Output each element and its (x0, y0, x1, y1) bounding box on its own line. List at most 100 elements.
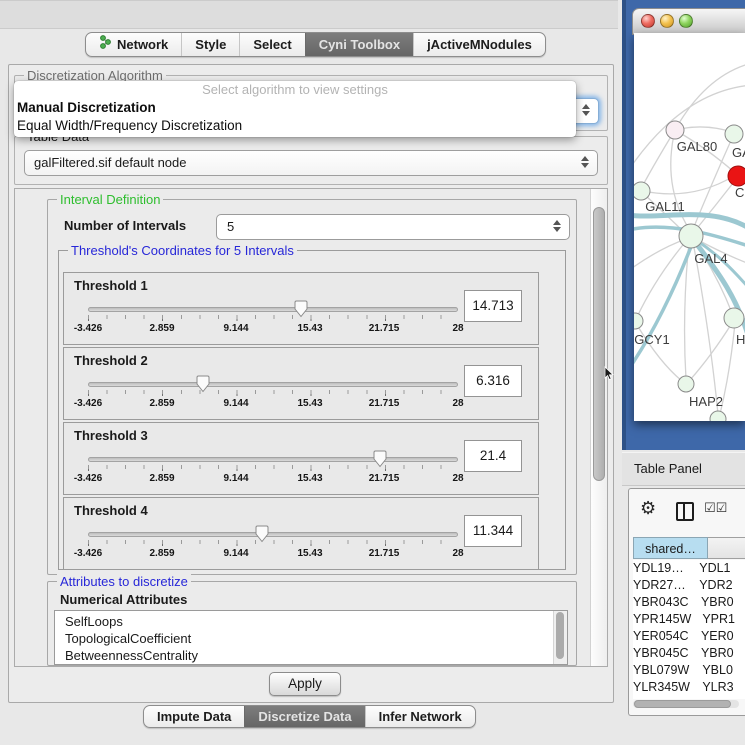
network-canvas[interactable]: GAL80GACGAL11GAL4GCY1HHAP2 (634, 33, 745, 421)
attribute-list-item[interactable]: BetweennessCentrality (65, 647, 567, 664)
zoom-traffic-light[interactable] (679, 14, 693, 28)
column-header-name[interactable]: na (708, 537, 745, 559)
select-all-checkbox-icons[interactable]: ☑☑ (704, 501, 727, 516)
network-node-gal-clipped[interactable] (725, 125, 743, 143)
threshold-panel-3: Threshold 3-3.4262.8599.14415.4321.71528… (63, 422, 539, 495)
network-node-label: GA (732, 145, 745, 160)
tab-infer-network[interactable]: Infer Network (365, 706, 475, 727)
table-row[interactable]: YDR27…YDR2 (633, 577, 745, 594)
attribute-list-item[interactable]: SelfLoops (65, 613, 567, 630)
tick-label: -3.426 (74, 473, 102, 484)
cell-shared-name: YER054C (633, 628, 689, 645)
threshold-value-field[interactable]: 11.344 (464, 515, 522, 547)
network-edge[interactable] (694, 178, 737, 232)
tab-style[interactable]: Style (181, 33, 239, 56)
scrollbar-thumb[interactable] (593, 207, 605, 481)
network-edge[interactable] (643, 176, 734, 194)
tick-label: 9.144 (223, 548, 248, 559)
minimize-traffic-light[interactable] (660, 14, 674, 28)
hscrollbar-thumb[interactable] (634, 700, 731, 708)
tab-discretize-data[interactable]: Discretize Data (244, 706, 364, 727)
threshold-slider[interactable]: -3.4262.8599.14415.4321.71528 (88, 299, 458, 341)
slider-track[interactable] (88, 307, 458, 312)
apply-button[interactable]: Apply (269, 672, 341, 696)
network-node-gcy1[interactable] (634, 313, 643, 329)
gear-icon[interactable]: ⚙ (640, 498, 656, 519)
network-icon (99, 33, 112, 56)
close-traffic-light[interactable] (641, 14, 655, 28)
numerical-attributes-list[interactable]: SelfLoopsTopologicalCoefficientBetweenne… (54, 610, 568, 665)
cell-name: YBR0 (689, 594, 745, 611)
tab-select[interactable]: Select (239, 33, 304, 56)
tab-impute-data[interactable]: Impute Data (144, 706, 244, 727)
table-row[interactable]: YBR045CYBR0 (633, 645, 745, 662)
table-row[interactable]: YLR345WYLR3 (633, 679, 745, 696)
table-body: YDL19…YDL1YDR27…YDR2YBR043CYBR0YPR145WYP… (633, 560, 745, 699)
cell-shared-name: YBR045C (633, 645, 689, 662)
slider-track[interactable] (88, 457, 458, 462)
tab-network[interactable]: Network (86, 33, 181, 56)
network-node-gal80[interactable] (666, 121, 684, 139)
cell-name: YDR2 (686, 577, 745, 594)
table-row[interactable]: YDL19…YDL1 (633, 560, 745, 577)
columns-icon[interactable] (676, 502, 694, 521)
tick-label: 15.43 (297, 323, 322, 334)
tab-jactivemnodules[interactable]: jActiveMNodules (413, 33, 545, 56)
network-node-label: GAL11 (645, 199, 685, 214)
tab-cyni-toolbox[interactable]: Cyni Toolbox (305, 33, 413, 56)
table-row[interactable]: YPR145WYPR1 (633, 611, 745, 628)
network-node-label: HAP2 (689, 394, 723, 409)
threshold-label: Threshold 1 (74, 278, 148, 293)
slider-track[interactable] (88, 382, 458, 387)
network-node-label: GAL4 (694, 251, 727, 266)
network-node-red-node[interactable] (728, 166, 745, 186)
network-window-titlebar (632, 8, 745, 35)
interval-definition-group: Interval Definition Number of Intervals … (47, 199, 577, 575)
network-edge[interactable] (634, 239, 686, 271)
network-node-gal4[interactable] (679, 224, 703, 248)
column-header-shared-name[interactable]: shared… (633, 537, 708, 559)
scale-labels: -3.4262.8599.14415.4321.71528 (88, 473, 458, 485)
table-row[interactable]: YER054CYER0 (633, 628, 745, 645)
top-tab-bar: Network Style Select Cyni Toolbox jActiv… (85, 32, 546, 57)
table-panel-widget: ⚙ ☑☑ shared… na YDL19…YDL1YDR27…YDR2YBR0… (628, 488, 745, 716)
network-node-gal11[interactable] (634, 182, 650, 200)
minor-ticks (88, 465, 459, 469)
numerical-attributes-label: Numerical Attributes (60, 592, 187, 607)
network-node-label: C (735, 185, 744, 200)
network-view-window: GAL80GACGAL11GAL4GCY1HHAP2 (622, 0, 745, 450)
table-hscrollbar[interactable] (633, 700, 739, 708)
table-data-combobox[interactable]: galFiltered.sif default node (24, 150, 598, 176)
cell-name: YER0 (689, 628, 745, 645)
network-edge[interactable] (643, 130, 675, 185)
popup-item-manual-discretization[interactable]: Manual Discretization (14, 99, 576, 117)
cell-shared-name: YDR27… (633, 577, 686, 594)
table-row[interactable]: YIL052CYIL0 (633, 696, 745, 699)
threshold-value-field[interactable]: 14.713 (464, 290, 522, 322)
tick-label: 15.43 (297, 548, 322, 559)
tick-label: 28 (452, 473, 463, 484)
network-node-hap2[interactable] (678, 376, 694, 392)
table-row[interactable]: YBL079WYBL0 (633, 662, 745, 679)
thresholds-group: Threshold's Coordinates for 5 Intervals … (58, 250, 566, 570)
cell-name: YPR1 (691, 611, 745, 628)
network-node-h-clipped[interactable] (724, 308, 744, 328)
network-node-label: H (736, 332, 745, 347)
threshold-value-field[interactable]: 21.4 (464, 440, 522, 472)
slider-track[interactable] (88, 532, 458, 537)
combobox-value: galFiltered.sif default node (34, 155, 186, 170)
intervals-spinner[interactable]: 5 (216, 214, 570, 240)
algorithm-dropdown-popup: Select algorithm to view settings Manual… (14, 81, 576, 137)
table-row[interactable]: YBR043CYBR0 (633, 594, 745, 611)
group-title: Interval Definition (57, 192, 163, 207)
cell-shared-name: YLR345W (633, 679, 690, 696)
network-node-bottom-node[interactable] (710, 411, 726, 421)
list-scrollbar[interactable] (553, 611, 567, 664)
scrollpane-scrollbar[interactable] (590, 189, 607, 666)
threshold-slider[interactable]: -3.4262.8599.14415.4321.71528 (88, 449, 458, 491)
threshold-value-field[interactable]: 6.316 (464, 365, 522, 397)
threshold-slider[interactable]: -3.4262.8599.14415.4321.71528 (88, 374, 458, 416)
popup-item-equal-width-frequency[interactable]: Equal Width/Frequency Discretization (14, 117, 576, 135)
attribute-list-item[interactable]: TopologicalCoefficient (65, 630, 567, 647)
threshold-slider[interactable]: -3.4262.8599.14415.4321.71528 (88, 524, 458, 566)
